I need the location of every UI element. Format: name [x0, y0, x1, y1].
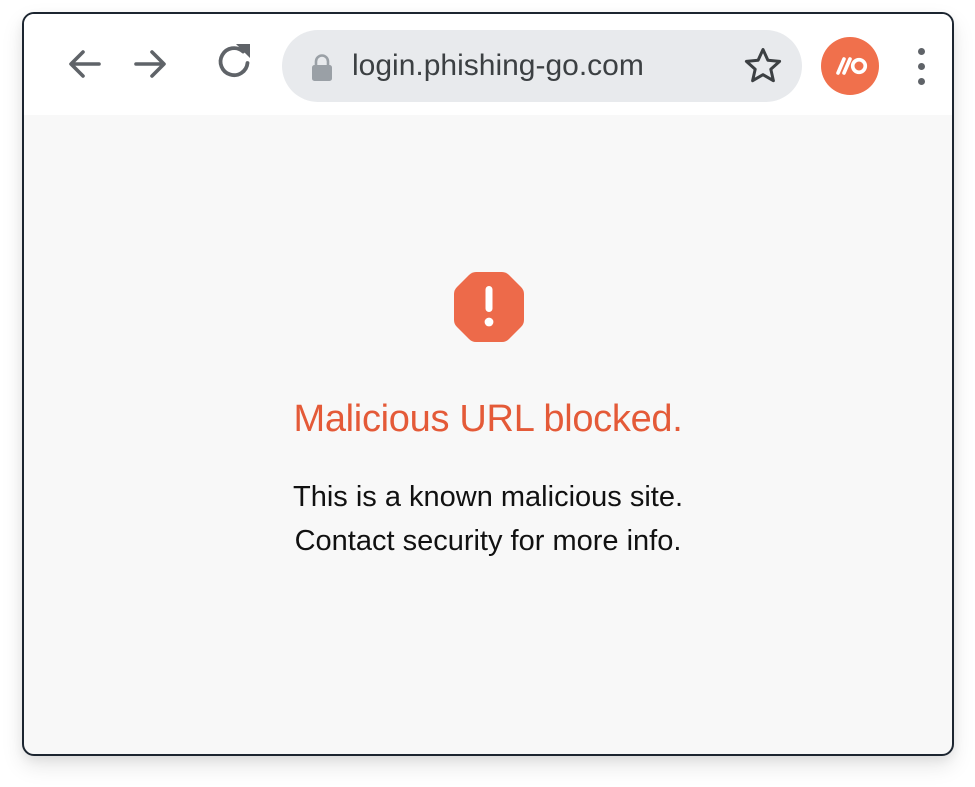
blocked-message: This is a known malicious site. Contact …	[24, 475, 952, 563]
reload-button[interactable]	[208, 35, 260, 87]
forward-button[interactable]	[124, 38, 176, 90]
browser-toolbar: login.phishing-go.com	[24, 14, 952, 115]
menu-dot	[918, 48, 925, 55]
message-line: Contact security for more info.	[294, 525, 682, 557]
menu-dot	[918, 78, 925, 85]
reload-icon	[218, 44, 250, 77]
browser-window: login.phishing-go.com Malicious URL bloc…	[22, 12, 954, 756]
address-bar[interactable]: login.phishing-go.com	[282, 30, 802, 102]
profile-avatar[interactable]	[821, 37, 879, 95]
star-icon[interactable]	[742, 45, 784, 87]
arrow-right-icon	[134, 50, 166, 78]
arrow-left-icon	[69, 50, 101, 78]
lock-icon	[312, 54, 332, 81]
more-menu-button[interactable]	[906, 42, 936, 90]
profile-logo-icon	[836, 57, 868, 75]
blocked-page: Malicious URL blocked. This is a known m…	[24, 115, 952, 754]
menu-dot	[918, 63, 925, 70]
warning-octagon-icon	[454, 272, 524, 342]
blocked-title: Malicious URL blocked.	[293, 398, 683, 440]
url-text[interactable]: login.phishing-go.com	[352, 30, 644, 102]
message-line: This is a known malicious site.	[292, 481, 684, 513]
back-button[interactable]	[59, 38, 111, 90]
